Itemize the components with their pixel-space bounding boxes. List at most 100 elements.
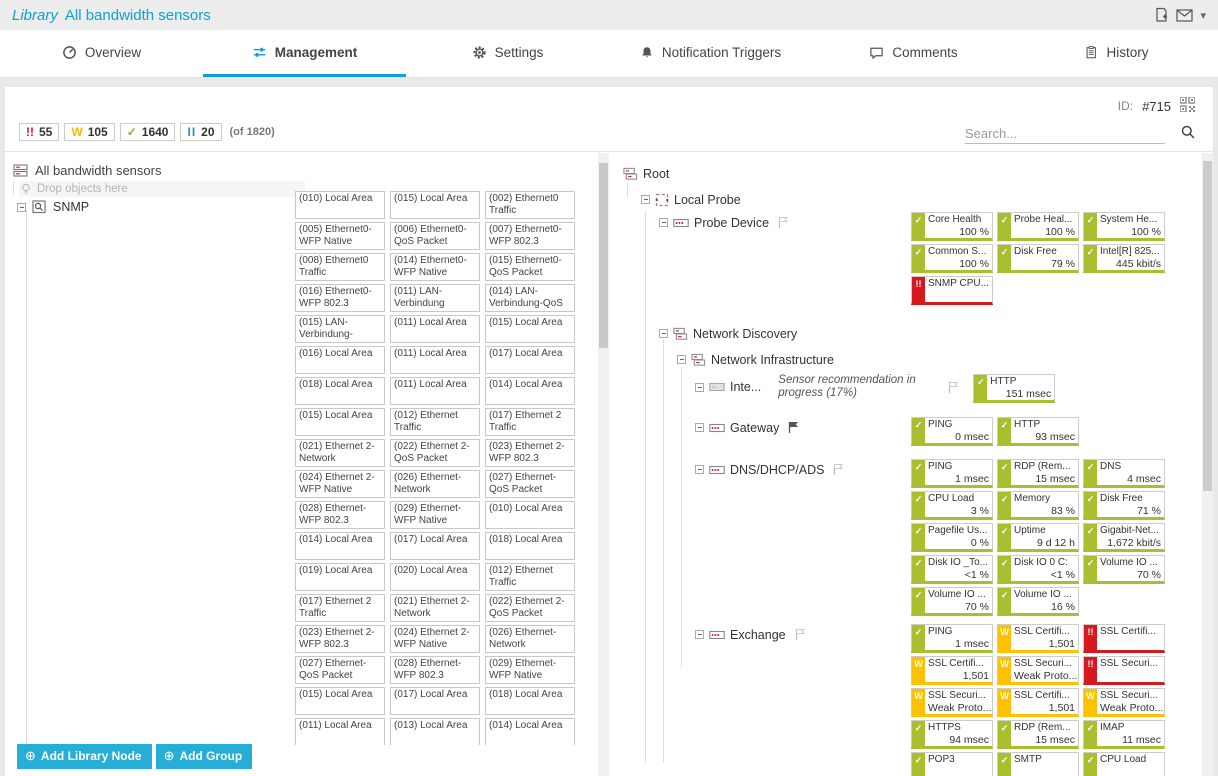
left-scrollbar-thumb[interactable]: [599, 163, 608, 348]
collapse-toggle-icon[interactable]: [695, 423, 704, 432]
right-panel-scrollbar[interactable]: [1202, 153, 1213, 776]
sensor-tile[interactable]: WSSL Certifi...1,501: [997, 688, 1079, 717]
sensor-tile[interactable]: WSSL Certifi...1,501: [911, 656, 993, 685]
sensor-tile[interactable]: ✓RDP (Rem...15 msec: [997, 720, 1079, 749]
library-sensor-tile[interactable]: (023) Ethernet 2-WFP 802.3: [295, 625, 385, 653]
library-sensor-tile[interactable]: (011) Local Area: [390, 377, 480, 405]
library-sensor-tile[interactable]: (011) LAN-Verbindung: [390, 284, 480, 312]
library-sensor-tile[interactable]: (027) Ethernet-QoS Packet: [295, 656, 385, 684]
sensor-tile[interactable]: ✓Memory83 %: [997, 491, 1079, 520]
library-sensor-tile[interactable]: (022) Ethernet 2-QoS Packet: [485, 594, 575, 622]
library-sensor-tile[interactable]: (018) Local Area: [485, 532, 575, 560]
library-sensor-tile[interactable]: (008) Ethernet0 Traffic: [295, 253, 385, 281]
sensor-tile[interactable]: ✓Disk Free71 %: [1083, 491, 1165, 520]
library-sensor-tile[interactable]: (021) Ethernet 2-Network: [295, 439, 385, 467]
sensor-tile[interactable]: ✓Core Health100 %: [911, 212, 993, 241]
library-sensor-tile[interactable]: (017) Local Area: [485, 346, 575, 374]
library-sensor-tile[interactable]: (016) Ethernet0-WFP 802.3: [295, 284, 385, 312]
sensor-tile[interactable]: ✓System He...100 %: [1083, 212, 1165, 241]
collapse-toggle-icon[interactable]: [677, 355, 686, 364]
flag-icon[interactable]: [833, 463, 844, 476]
tree-node-network-discovery[interactable]: Network Discovery: [693, 327, 797, 341]
library-sensor-tile[interactable]: (017) Ethernet 2 Traffic: [295, 594, 385, 622]
sensor-tile[interactable]: WSSL Securi...Weak Proto...: [911, 688, 993, 717]
library-sensor-tile[interactable]: (029) Ethernet-WFP Native: [390, 501, 480, 529]
library-sensor-tile[interactable]: (006) Ethernet0-QoS Packet: [390, 222, 480, 250]
sensor-tile[interactable]: ✓HTTPS94 msec: [911, 720, 993, 749]
library-sensor-tile[interactable]: (014) Ethernet0-WFP Native: [390, 253, 480, 281]
right-scrollbar-thumb[interactable]: [1203, 161, 1212, 491]
sensor-tile[interactable]: ✓Uptime9 d 12 h: [997, 523, 1079, 552]
library-sensor-tile[interactable]: (029) Ethernet-WFP Native: [485, 656, 575, 684]
sensor-tile[interactable]: ✓POP3: [911, 752, 993, 776]
tab-management[interactable]: Management: [203, 30, 406, 77]
library-sensor-tile[interactable]: (012) Ethernet Traffic: [390, 408, 480, 436]
tree-node-probe-device[interactable]: Probe Device: [694, 216, 769, 230]
library-sensor-tile[interactable]: (014) LAN-Verbindung-QoS: [485, 284, 575, 312]
status-badge-ok[interactable]: ✓1640: [120, 123, 176, 141]
flag-icon[interactable]: [948, 381, 959, 394]
sensor-tile[interactable]: WSSL Securi...Weak Proto...: [1083, 688, 1165, 717]
search-input[interactable]: [965, 124, 1165, 144]
library-sensor-tile[interactable]: (015) Local Area: [295, 408, 385, 436]
collapse-toggle-icon[interactable]: [695, 383, 704, 392]
library-sensor-tile[interactable]: (002) Ethernet0 Traffic: [485, 191, 575, 219]
library-sensor-tile[interactable]: (013) Local Area: [390, 718, 480, 745]
sensor-tile[interactable]: ✓IMAP11 msec: [1083, 720, 1165, 749]
library-sensor-tile[interactable]: (026) Ethernet-Network: [390, 470, 480, 498]
library-sensor-tile[interactable]: (024) Ethernet 2-WFP Native: [295, 470, 385, 498]
library-sensor-tile[interactable]: (017) Local Area: [390, 532, 480, 560]
sensor-tile[interactable]: ✓Gigabit-Net...1,672 kbit/s: [1083, 523, 1165, 552]
status-badge-error[interactable]: !!55: [19, 123, 59, 141]
sensor-tile[interactable]: ✓RDP (Rem...15 msec: [997, 459, 1079, 488]
library-sensor-tile[interactable]: (024) Ethernet 2-WFP Native: [390, 625, 480, 653]
tab-history[interactable]: History: [1015, 30, 1218, 77]
sensor-tile[interactable]: ✓PING1 msec: [911, 459, 993, 488]
sensor-tile[interactable]: ✓Pagefile Us...0 %: [911, 523, 993, 552]
sensor-tile[interactable]: ✓PING1 msec: [911, 624, 993, 653]
sensor-tile[interactable]: ✓Volume IO ...70 %: [911, 587, 993, 616]
collapse-toggle-icon[interactable]: [17, 203, 26, 212]
library-sensor-tile[interactable]: (014) Local Area: [295, 532, 385, 560]
library-sensor-tile[interactable]: (015) LAN-Verbindung-: [295, 315, 385, 343]
library-sensor-tile[interactable]: (023) Ethernet 2-WFP 802.3: [485, 439, 575, 467]
library-sensor-tile[interactable]: (028) Ethernet-WFP 802.3: [295, 501, 385, 529]
library-sensor-tile[interactable]: (011) Local Area: [295, 718, 385, 745]
tab-notification-triggers[interactable]: Notification Triggers: [609, 30, 812, 77]
sensor-tile[interactable]: ✓CPU Load: [1083, 752, 1165, 776]
sensor-tile[interactable]: !!SSL Certifi...: [1083, 624, 1165, 653]
search-icon[interactable]: [1181, 125, 1195, 144]
add-group-button[interactable]: ⊕Add Group: [156, 744, 253, 769]
library-root-node[interactable]: All bandwidth sensors: [13, 163, 609, 178]
document-add-icon[interactable]: [1154, 7, 1169, 23]
library-sensor-tile[interactable]: (015) Local Area: [390, 191, 480, 219]
sensor-tile[interactable]: !!SNMP CPU...: [911, 276, 993, 305]
caret-down-icon[interactable]: ▾: [1200, 9, 1206, 22]
library-sensor-tile[interactable]: (011) Local Area: [390, 346, 480, 374]
sensor-tile[interactable]: ✓Intel[R] 825...445 kbit/s: [1083, 244, 1165, 273]
add-library-node-button[interactable]: ⊕Add Library Node: [17, 744, 152, 769]
sensor-tile[interactable]: WSSL Certifi...1,501: [997, 624, 1079, 653]
tree-node-root[interactable]: Root: [643, 167, 669, 181]
library-sensor-tile[interactable]: (017) Local Area: [390, 687, 480, 715]
status-badge-paused[interactable]: II20: [180, 123, 221, 141]
library-sensor-tile[interactable]: (018) Local Area: [485, 687, 575, 715]
sensor-tile[interactable]: ✓Volume IO ...16 %: [997, 587, 1079, 616]
library-sensor-tile[interactable]: (015) Ethernet0-QoS Packet: [485, 253, 575, 281]
library-sensor-tile[interactable]: (018) Local Area: [295, 377, 385, 405]
sensor-tile[interactable]: ✓Disk IO _To...<1 %: [911, 555, 993, 584]
sensor-tile[interactable]: !!SSL Securi...: [1083, 656, 1165, 685]
qr-code-icon[interactable]: [1180, 97, 1195, 115]
collapse-toggle-icon[interactable]: [659, 329, 668, 338]
sensor-tile[interactable]: WSSL Securi...Weak Proto...: [997, 656, 1079, 685]
library-sensor-tile[interactable]: (021) Ethernet 2-Network: [390, 594, 480, 622]
tree-node-gateway[interactable]: Gateway: [730, 421, 779, 435]
left-panel-scrollbar[interactable]: [598, 153, 609, 776]
collapse-toggle-icon[interactable]: [641, 195, 650, 204]
library-sensor-tile[interactable]: (010) Local Area: [485, 501, 575, 529]
sensor-tile[interactable]: ✓Probe Heal...100 %: [997, 212, 1079, 241]
tab-overview[interactable]: Overview: [0, 30, 203, 77]
tab-comments[interactable]: Comments: [812, 30, 1015, 77]
library-sensor-tile[interactable]: (007) Ethernet0-WFP 802.3: [485, 222, 575, 250]
library-sensor-tile[interactable]: (015) Local Area: [485, 315, 575, 343]
